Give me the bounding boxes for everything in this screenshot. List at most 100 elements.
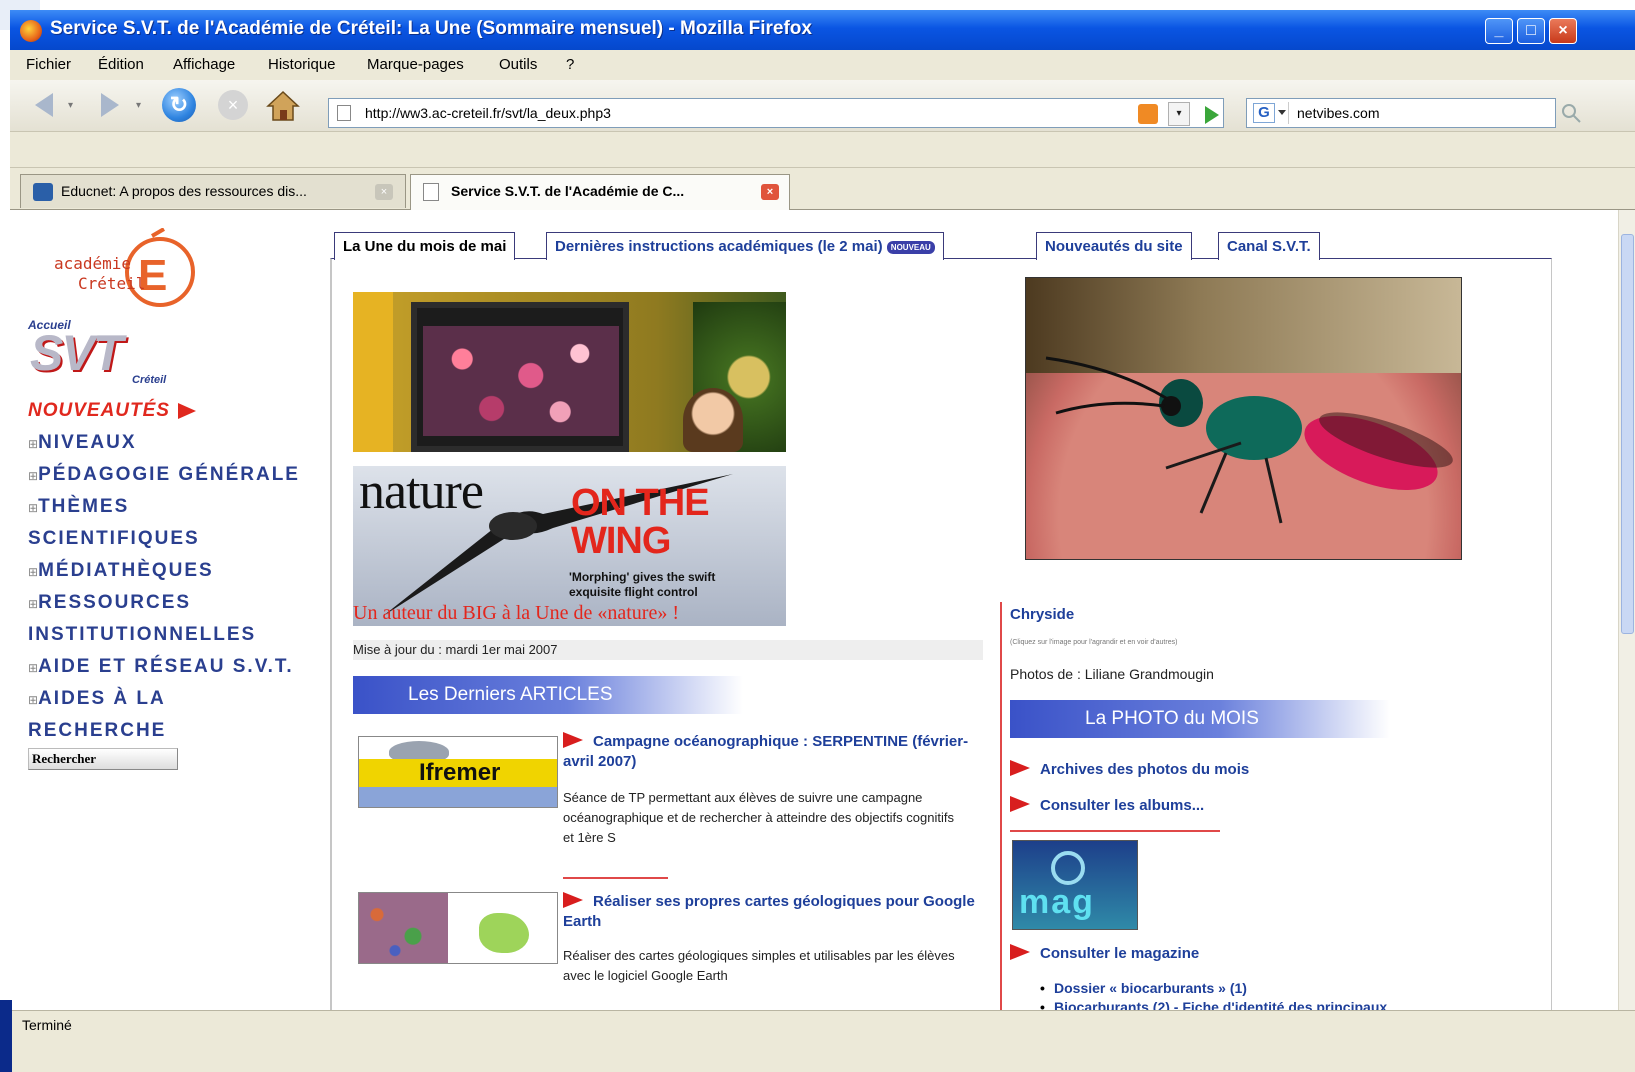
menu-marque-pages[interactable]: Marque-pages <box>367 56 464 73</box>
screen: Service S.V.T. de l'Académie de Créteil:… <box>0 0 1635 1072</box>
search-engine-selector[interactable]: G <box>1251 102 1289 124</box>
scrollbar-thumb[interactable] <box>1621 234 1634 634</box>
expand-icon: ⊞ <box>28 597 39 611</box>
minimize-icon[interactable]: _ <box>1485 18 1513 44</box>
tab-nouveautes-site[interactable]: Nouveautés du site <box>1036 232 1192 260</box>
list-item-link[interactable]: Biocarburants (2) - Fiche d'identité des… <box>1040 999 1387 1010</box>
expand-icon: ⊞ <box>28 437 39 451</box>
tab-label: Dernières instructions académiques (le 2… <box>555 238 883 255</box>
photo-hint: (Cliquez sur l'image pour l'agrandir et … <box>1010 639 1178 646</box>
maximize-icon[interactable]: □ <box>1517 18 1545 44</box>
svt-logo[interactable]: Accueil SVT Créteil <box>28 318 178 388</box>
article-description: Séance de TP permettant aux élèves de su… <box>563 790 954 845</box>
tab-une-du-mois[interactable]: La Une du mois de mai <box>334 232 516 260</box>
nature-caption-link[interactable]: Un auteur du BIG à la Une de «nature» ! <box>353 602 679 625</box>
sidebar-item-label: AIDE ET RÉSEAU S.V.T. <box>38 656 294 677</box>
url-history-dropdown[interactable]: ▾ <box>1168 102 1190 126</box>
sidebar-item-aides-recherche-cont[interactable]: RECHERCHE <box>28 720 166 742</box>
sidebar-item-niveaux[interactable]: ⊞NIVEAUX <box>28 432 137 454</box>
article-title-link[interactable]: Campagne océanographique : SERPENTINE (f… <box>563 732 983 772</box>
tab-instructions[interactable]: Dernières instructions académiques (le 2… <box>546 232 944 260</box>
column-divider <box>1000 602 1002 1010</box>
photo-credit: Photos de : Liliane Grandmougin <box>1010 666 1214 682</box>
search-box[interactable]: G netvibes.com <box>1246 98 1556 128</box>
window-title: Service S.V.T. de l'Académie de Créteil:… <box>50 18 812 39</box>
menu-aide[interactable]: ? <box>566 56 574 73</box>
article-description: Réaliser des cartes géologiques simples … <box>563 948 955 983</box>
list-item-link[interactable]: Dossier « biocarburants » (1) <box>1040 980 1247 996</box>
status-text: Terminé <box>22 1017 72 1033</box>
firefox-icon <box>20 20 42 42</box>
sidebar-item-themes-cont[interactable]: SCIENTIFIQUES <box>28 528 200 550</box>
stop-icon[interactable]: × <box>218 90 248 120</box>
back-dropdown-icon[interactable]: ▾ <box>68 90 73 120</box>
educnet-favicon <box>33 183 53 201</box>
sidebar-item-ressources[interactable]: ⊞RESSOURCES <box>28 592 191 614</box>
sidebar-item-nouveautes[interactable]: NOUVEAUTÉS <box>28 400 196 422</box>
page-icon <box>337 105 351 121</box>
article-thumbnail[interactable]: Ifremer <box>358 736 558 808</box>
magazine-image[interactable]: mag <box>1012 840 1138 930</box>
page-scrollbar[interactable] <box>1618 210 1635 1010</box>
albums-link[interactable]: Consulter les albums... <box>1010 796 1204 814</box>
site-search-button[interactable]: Rechercher <box>28 748 178 770</box>
arrow-right-icon <box>1010 760 1030 776</box>
menu-outils[interactable]: Outils <box>499 56 537 73</box>
status-bar: Terminé <box>10 1010 1635 1072</box>
academie-creteil-logo[interactable]: E académie Créteil <box>50 227 210 313</box>
tab-close-icon[interactable]: × <box>761 184 779 200</box>
forward-dropdown-icon[interactable]: ▾ <box>136 90 141 120</box>
reload-icon[interactable]: ↻ <box>162 88 196 122</box>
back-icon[interactable] <box>24 90 64 120</box>
url-bar[interactable]: http://ww3.ac-creteil.fr/svt/la_deux.php… <box>328 98 1224 128</box>
archives-link[interactable]: Archives des photos du mois <box>1010 760 1249 778</box>
arrow-right-icon <box>177 402 196 419</box>
title-bar[interactable]: Service S.V.T. de l'Académie de Créteil:… <box>10 10 1635 50</box>
arrow-right-icon <box>563 892 583 908</box>
browser-tab-bar: Educnet: A propos des ressources dis... … <box>10 168 1635 211</box>
browser-tab-label: Educnet: A propos des ressources dis... <box>61 183 307 199</box>
browser-tab-label: Service S.V.T. de l'Académie de C... <box>451 183 685 199</box>
photo-banner: La PHOTO du MOIS <box>1010 700 1390 738</box>
ifremer-logo-text: Ifremer <box>419 759 501 786</box>
bookmarks-toolbar <box>10 132 1635 168</box>
museum-exhibit-image[interactable] <box>353 292 786 452</box>
rss-feed-icon[interactable] <box>1138 104 1158 124</box>
tab-canal-svt[interactable]: Canal S.V.T. <box>1218 232 1320 260</box>
photo-of-month-image[interactable] <box>1025 277 1462 560</box>
search-input[interactable]: netvibes.com <box>1297 105 1379 121</box>
sidebar-item-aides-recherche[interactable]: ⊞AIDES À LA <box>28 688 166 710</box>
go-icon[interactable] <box>1198 102 1224 128</box>
expand-icon: ⊞ <box>28 501 39 515</box>
arrow-right-icon <box>1010 944 1030 960</box>
sidebar-item-label: RESSOURCES <box>38 592 192 613</box>
sidebar-item-label: RECHERCHE <box>28 720 167 741</box>
sidebar-item-ressources-cont[interactable]: INSTITUTIONNELLES <box>28 624 256 646</box>
article-title-link[interactable]: Réaliser ses propres cartes géologiques … <box>563 892 983 932</box>
search-magnifier-icon[interactable] <box>1560 102 1582 124</box>
tab-close-icon[interactable]: × <box>375 184 393 200</box>
sidebar-item-label: AIDES À LA <box>38 688 166 709</box>
menu-edition[interactable]: Édition <box>98 56 144 73</box>
sidebar-item-pedagogie[interactable]: ⊞PÉDAGOGIE GÉNÉRALE <box>28 464 300 486</box>
article-thumbnail[interactable] <box>358 892 558 964</box>
sidebar-item-mediatheques[interactable]: ⊞MÉDIATHÈQUES <box>28 560 214 582</box>
browser-tab-educnet[interactable]: Educnet: A propos des ressources dis... … <box>20 174 406 208</box>
menu-fichier[interactable]: Fichier <box>26 56 71 73</box>
url-text[interactable]: http://ww3.ac-creteil.fr/svt/la_deux.php… <box>365 105 611 121</box>
home-icon[interactable] <box>266 90 300 122</box>
logo-svt-main: SVT <box>30 325 123 381</box>
close-icon[interactable]: × <box>1549 18 1577 44</box>
sidebar-item-themes[interactable]: ⊞THÈMES <box>28 496 129 518</box>
divider <box>1010 830 1220 832</box>
forward-icon[interactable] <box>90 90 130 120</box>
logo-svt-creteil: Créteil <box>132 374 167 386</box>
sidebar-item-aide-reseau[interactable]: ⊞AIDE ET RÉSEAU S.V.T. <box>28 656 294 678</box>
sidebar-item-label: THÈMES <box>38 496 130 517</box>
menu-affichage[interactable]: Affichage <box>173 56 235 73</box>
sidebar-item-label: INSTITUTIONNELLES <box>28 624 257 645</box>
menu-historique[interactable]: Historique <box>268 56 336 73</box>
logo-text-creteil: Créteil <box>78 274 146 293</box>
magazine-link[interactable]: Consulter le magazine <box>1010 944 1199 962</box>
browser-tab-svt[interactable]: Service S.V.T. de l'Académie de C... × <box>410 174 790 211</box>
